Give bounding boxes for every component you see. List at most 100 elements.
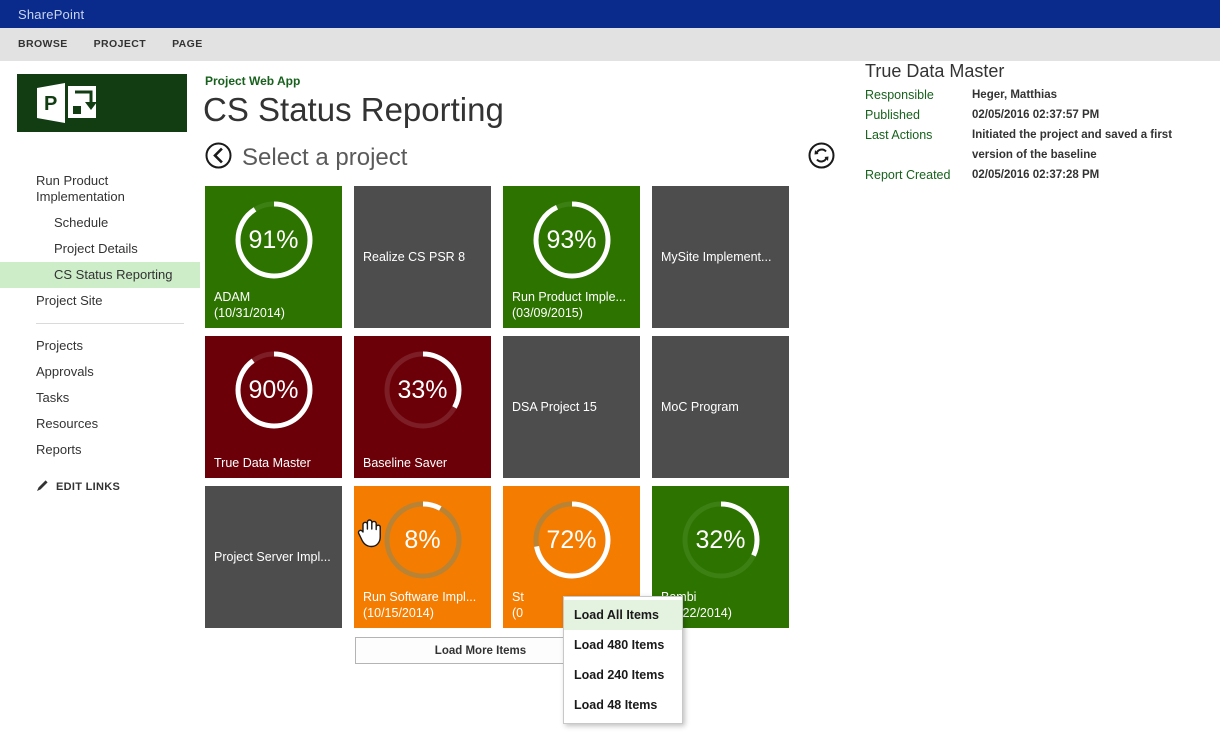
- project-tile[interactable]: 8% Run Software Impl... (10/15/2014): [354, 486, 491, 628]
- page-body: P Run Product Implementation Schedule Proj…: [0, 61, 1220, 733]
- ribbon-tab-project[interactable]: PROJECT: [94, 38, 146, 50]
- project-tile-label: Baseline Saver: [363, 455, 485, 471]
- progress-percent-wrap: 91%: [230, 196, 318, 284]
- detail-value: Initiated the project and saved a first …: [972, 129, 1173, 161]
- project-tile-label: ADAM (10/31/2014): [214, 289, 336, 321]
- project-tile-name: Run Product Imple...: [512, 290, 626, 304]
- refresh-circle-icon[interactable]: [808, 142, 835, 174]
- project-tile-name: True Data Master: [214, 456, 311, 470]
- progress-percent-label: 33%: [397, 375, 448, 404]
- project-tile-label: True Data Master: [214, 455, 336, 471]
- load-items-dropdown-menu: Load All Items Load 480 Items Load 240 Ite…: [563, 596, 683, 724]
- project-web-app-logo[interactable]: P: [17, 74, 187, 132]
- project-tile-date: (10/15/2014): [363, 606, 434, 620]
- detail-row: Published 02/05/2016 02:37:57 PM: [865, 105, 1185, 125]
- edit-links-button[interactable]: EDIT LINKS: [36, 479, 200, 495]
- sidebar-item-schedule[interactable]: Schedule: [0, 210, 200, 236]
- sidebar-item-projects[interactable]: Projects: [0, 333, 200, 359]
- ribbon-tab-browse[interactable]: BROWSE: [18, 38, 68, 50]
- detail-key: Published: [865, 108, 920, 122]
- detail-row: Last Actions Initiated the project and sa…: [865, 125, 1185, 165]
- project-tile[interactable]: Project Server Impl...: [205, 486, 342, 628]
- project-tile-name: Realize CS PSR 8: [363, 250, 466, 264]
- project-tile[interactable]: MySite Implement...: [652, 186, 789, 328]
- project-tile-name: Run Software Impl...: [363, 590, 477, 604]
- project-tile-name: MySite Implement...: [661, 250, 772, 264]
- project-tile-name: Project Server Impl...: [214, 550, 331, 564]
- sidebar-nav-secondary: Projects Approvals Tasks Resources Reports: [0, 333, 200, 463]
- project-tile-date: (10/31/2014): [214, 306, 285, 320]
- detail-row: Responsible Heger, Matthias: [865, 85, 1185, 105]
- project-tile[interactable]: MoC Program: [652, 336, 789, 478]
- project-logo-icon: P: [35, 82, 109, 129]
- progress-percent-label: 72%: [546, 525, 597, 554]
- project-tile-label: Run Software Impl... (10/15/2014): [363, 589, 485, 621]
- sidebar-item-run-product-implementation[interactable]: Run Product Implementation: [0, 168, 200, 210]
- edit-links-label: EDIT LINKS: [56, 481, 121, 493]
- detail-title: True Data Master: [865, 61, 1005, 81]
- progress-percent-label: 8%: [404, 525, 441, 554]
- project-tile-name: ADAM: [214, 290, 251, 304]
- progress-percent-wrap: 90%: [230, 346, 318, 434]
- project-tile[interactable]: 91% ADAM (10/31/2014): [205, 186, 342, 328]
- sidebar-item-project-details[interactable]: Project Details: [0, 236, 200, 262]
- project-tile-label: MySite Implement...: [661, 249, 783, 265]
- dropdown-item[interactable]: Load All Items: [564, 600, 682, 630]
- pencil-icon: [36, 479, 49, 495]
- project-tile-label: Realize CS PSR 8: [363, 249, 485, 265]
- back-circle-icon[interactable]: [205, 142, 232, 174]
- progress-percent-label: 93%: [546, 225, 597, 254]
- sidebar-item-resources[interactable]: Resources: [0, 411, 200, 437]
- sidebar-item-project-site[interactable]: Project Site: [0, 288, 200, 314]
- project-tile-label: Run Product Imple... (03/09/2015): [512, 289, 634, 321]
- progress-percent-label: 91%: [248, 225, 299, 254]
- project-tile-label: DSA Project 15: [512, 399, 634, 415]
- progress-percent-label: 32%: [695, 525, 746, 554]
- detail-rows: Responsible Heger, Matthias Published 02/05…: [865, 85, 1185, 185]
- project-tile[interactable]: 90% True Data Master: [205, 336, 342, 478]
- svg-text:P: P: [44, 93, 57, 115]
- project-tile[interactable]: Realize CS PSR 8: [354, 186, 491, 328]
- sidebar-divider: [36, 323, 184, 324]
- progress-percent-wrap: 33%: [379, 346, 467, 434]
- dropdown-item[interactable]: Load 240 Items: [564, 660, 682, 690]
- detail-row: Report Created 02/05/2016 02:37:28 PM: [865, 165, 1185, 185]
- project-detail-panel: True Data Master Responsible Heger, Matth…: [865, 61, 1185, 185]
- progress-percent-wrap: 72%: [528, 496, 616, 584]
- project-tile[interactable]: 93% Run Product Imple... (03/09/2015): [503, 186, 640, 328]
- progress-percent-wrap: 32%: [677, 496, 765, 584]
- dropdown-item[interactable]: Load 48 Items: [564, 690, 682, 720]
- progress-percent-label: 90%: [248, 375, 299, 404]
- main-content: Project Web App CS Status Reporting Sele…: [203, 61, 1220, 664]
- ribbon-tab-page[interactable]: PAGE: [172, 38, 203, 50]
- detail-key: Responsible: [865, 88, 934, 102]
- select-project-title: Select a project: [242, 144, 408, 171]
- sidebar-item-approvals[interactable]: Approvals: [0, 359, 200, 385]
- sidebar-nav: Run Product Implementation Schedule Projec…: [0, 168, 200, 314]
- detail-value: 02/05/2016 02:37:57 PM: [972, 109, 1100, 121]
- sidebar-item-tasks[interactable]: Tasks: [0, 385, 200, 411]
- progress-percent-wrap: 93%: [528, 196, 616, 284]
- project-tile-name: DSA Project 15: [512, 400, 597, 414]
- detail-key: Report Created: [865, 168, 951, 182]
- project-tile-date: (03/09/2015): [512, 306, 583, 320]
- select-project-bar: Select a project: [205, 142, 835, 174]
- dropdown-item[interactable]: Load 480 Items: [564, 630, 682, 660]
- project-tile-label: MoC Program: [661, 399, 783, 415]
- project-tile-name: MoC Program: [661, 400, 739, 414]
- project-tile-name: Baseline Saver: [363, 456, 448, 470]
- detail-value: 02/05/2016 02:37:28 PM: [972, 169, 1100, 181]
- suite-bar: SharePoint: [0, 0, 1220, 28]
- project-tile[interactable]: DSA Project 15: [503, 336, 640, 478]
- detail-key: Last Actions: [865, 128, 933, 142]
- progress-percent-wrap: 8%: [379, 496, 467, 584]
- ribbon-tab-bar: BROWSE PROJECT PAGE: [0, 28, 1220, 61]
- sidebar-item-reports[interactable]: Reports: [0, 437, 200, 463]
- project-tile-grid: 91% ADAM (10/31/2014) Realize CS PSR 8 93% Ru…: [205, 186, 795, 628]
- left-column: P Run Product Implementation Schedule Proj…: [0, 61, 200, 495]
- sidebar-item-cs-status-reporting[interactable]: CS Status Reporting: [0, 262, 200, 288]
- project-tile[interactable]: 33% Baseline Saver: [354, 336, 491, 478]
- project-tile-label: Project Server Impl...: [214, 549, 336, 565]
- detail-value: Heger, Matthias: [972, 89, 1057, 101]
- sharepoint-brand-link[interactable]: SharePoint: [18, 7, 84, 22]
